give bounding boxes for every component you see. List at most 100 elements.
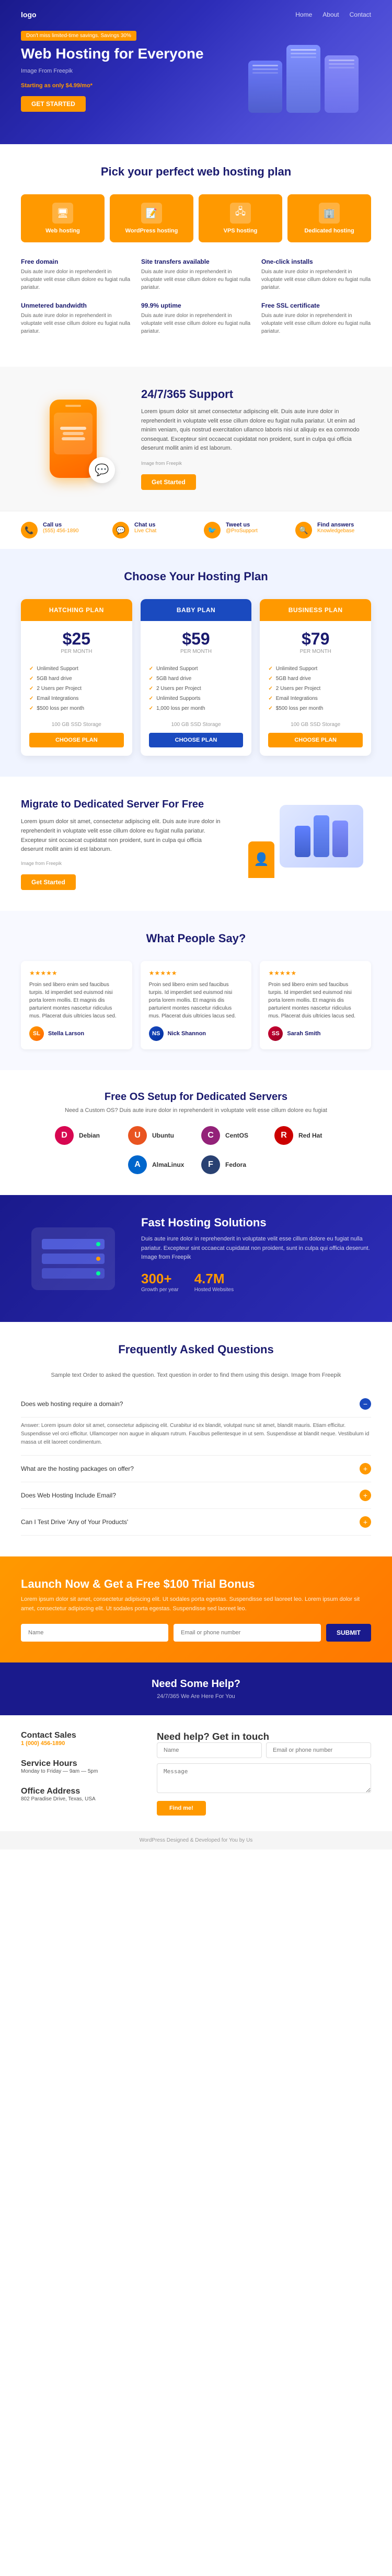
plan-business-price: $79 PER MONTH	[260, 621, 371, 660]
faq-question-2: What are the hosting packages on offer?	[21, 1465, 134, 1472]
footer-bottom: WordPress Designed & Developed for You b…	[0, 1831, 392, 1849]
plan-hatching-features: Unlimited Support 5GB hard drive 2 Users…	[21, 660, 132, 722]
pick-plan-section: Pick your perfect web hosting plan 🖥 Web…	[0, 144, 392, 367]
debian-label: Debian	[79, 1132, 100, 1139]
answers-value[interactable]: Knowledgebase	[317, 528, 354, 534]
faq-item-4[interactable]: Can I Test Drive 'Any of Your Products' …	[21, 1509, 371, 1536]
os-title: Free OS Setup for Dedicated Servers	[21, 1091, 371, 1103]
hero-section: logo Home About Contact Don't miss limit…	[0, 0, 392, 144]
contact-name-input[interactable]	[157, 1742, 262, 1758]
faq-toggle-1[interactable]: −	[360, 1398, 371, 1410]
pick-plan-title: Pick your perfect web hosting plan	[21, 165, 371, 179]
tweet-value[interactable]: @ProSupport	[226, 528, 258, 534]
nav-about[interactable]: About	[322, 11, 339, 18]
centos-label: CentOS	[225, 1132, 248, 1139]
nav-home[interactable]: Home	[295, 11, 312, 18]
contact-send-button[interactable]: Find me!	[157, 1801, 206, 1816]
office-address-title: Office Address	[21, 1787, 136, 1796]
faq-section: Frequently Asked Questions Sample text O…	[0, 1322, 392, 1556]
author-name-2: Nick Shannon	[168, 1031, 206, 1037]
contact-sales-phone[interactable]: 1 (000) 456-1890	[21, 1740, 136, 1747]
os-fedora[interactable]: F Fedora	[201, 1155, 264, 1174]
faq-question-3: Does Web Hosting Include Email?	[21, 1492, 116, 1499]
wordpress-hosting-icon: 📝	[141, 203, 162, 224]
answers-label: Find answers	[317, 522, 354, 528]
cta-submit-button[interactable]: SUBMIT	[326, 1624, 371, 1642]
migrate-cta-button[interactable]: Get Started	[21, 874, 76, 890]
plan-business-btn[interactable]: CHOOSE PLAN	[268, 733, 363, 747]
avatar-3: SS	[268, 1026, 283, 1041]
call-label: Call us	[43, 522, 78, 528]
chat-value[interactable]: Live Chat	[134, 528, 156, 534]
office-address-value: 802 Paradise Drive, Texas, USA	[21, 1796, 136, 1802]
author-name-3: Sarah Smith	[287, 1031, 320, 1037]
hero-cta-button[interactable]: GET STARTED	[21, 96, 86, 112]
faq-toggle-2[interactable]: +	[360, 1463, 371, 1474]
support-content: 24/7/365 Support Lorem ipsum dolor sit a…	[141, 388, 371, 490]
help-subtitle: 24/7/365 We Are Here For You	[21, 1693, 371, 1700]
plan-card-business: BUSINESS PLAN $79 PER MONTH Unlimited Su…	[260, 599, 371, 756]
plan-hatching-btn[interactable]: CHOOSE PLAN	[29, 733, 124, 747]
os-almalinux[interactable]: A AlmaLinux	[128, 1155, 191, 1174]
dedicated-hosting-icon: 🏢	[319, 203, 340, 224]
contact-email-input[interactable]	[266, 1742, 371, 1758]
plan-hatching-price: $25 PER MONTH	[21, 621, 132, 660]
almalinux-icon: A	[128, 1155, 147, 1174]
faq-item-3[interactable]: Does Web Hosting Include Email? +	[21, 1482, 371, 1509]
faq-item-2[interactable]: What are the hosting packages on offer? …	[21, 1456, 371, 1482]
footer-copyright: WordPress Designed & Developed for You b…	[140, 1837, 253, 1843]
feature-site-transfers: Site transfers available Duis aute irure…	[141, 258, 251, 291]
testimonials-section: What People Say? ★★★★★ Proin sed libero …	[0, 911, 392, 1070]
plan-hatching-storage: 100 GB SSD Storage	[21, 722, 132, 733]
faq-answer-container-1: Answer: Lorem ipsum dolor sit amet, cons…	[21, 1418, 371, 1456]
contact-message-input[interactable]	[157, 1763, 371, 1793]
faq-toggle-4[interactable]: +	[360, 1516, 371, 1528]
testimonial-text-1: Proin sed libero enim sed faucibus turpi…	[29, 981, 124, 1020]
fast-hosting-section: Fast Hosting Solutions Duis aute irure d…	[0, 1195, 392, 1322]
support-cta-button[interactable]: Get Started	[141, 474, 196, 490]
hosting-card-web[interactable]: 🖥 Web hosting	[21, 194, 105, 242]
testimonial-text-2: Proin sed libero enim sed faucibus turpi…	[149, 981, 244, 1020]
faq-list: Does web hosting require a domain? − Ans…	[21, 1391, 371, 1536]
os-ubuntu[interactable]: U Ubuntu	[128, 1126, 191, 1145]
feature-item: 1,000 loss per month	[149, 704, 244, 713]
contact-row: 📞 Call us (555) 456-1890 💬 Chat us Live …	[0, 511, 392, 549]
os-centos[interactable]: C CentOS	[201, 1126, 264, 1145]
faq-question-4: Can I Test Drive 'Any of Your Products'	[21, 1518, 128, 1526]
footer-contact: Contact Sales 1 (000) 456-1890 Service H…	[0, 1715, 392, 1831]
plan-baby-btn[interactable]: CHOOSE PLAN	[149, 733, 244, 747]
cta-section: Launch Now & Get a Free $100 Trial Bonus…	[0, 1556, 392, 1662]
testimonial-1: ★★★★★ Proin sed libero enim sed faucibus…	[21, 961, 132, 1049]
hosting-card-vps[interactable]: 🖧 VPS hosting	[199, 194, 282, 242]
redhat-label: Red Hat	[298, 1132, 322, 1139]
fast-hosting-title: Fast Hosting Solutions	[141, 1216, 371, 1230]
debian-icon: D	[55, 1126, 74, 1145]
feature-item: 2 Users per Project	[268, 684, 363, 694]
migrate-section: Migrate to Dedicated Server For Free Lor…	[0, 777, 392, 911]
logo: logo	[21, 10, 37, 19]
testimonial-author-1: SL Stella Larson	[29, 1026, 124, 1041]
cta-name-input[interactable]	[21, 1624, 168, 1642]
fedora-icon: F	[201, 1155, 220, 1174]
cta-form: SUBMIT	[21, 1624, 371, 1642]
hosting-card-wordpress[interactable]: 📝 WordPress hosting	[110, 194, 193, 242]
feature-item: $500 loss per month	[268, 704, 363, 713]
cta-title: Launch Now & Get a Free $100 Trial Bonus	[21, 1577, 371, 1591]
hosting-card-wordpress-label: WordPress hosting	[115, 228, 188, 234]
plan-business-features: Unlimited Support 5GB hard drive 2 Users…	[260, 660, 371, 722]
cta-email-input[interactable]	[174, 1624, 321, 1642]
nav-contact[interactable]: Contact	[350, 11, 371, 18]
help-section: Need Some Help? 24/7/365 We Are Here For…	[0, 1662, 392, 1715]
plans-section: Choose Your Hosting Plan HATCHING PLAN $…	[0, 549, 392, 777]
author-name-1: Stella Larson	[48, 1031, 84, 1037]
feature-item: Unlimited Supports	[149, 694, 244, 704]
faq-toggle-3[interactable]: +	[360, 1490, 371, 1501]
centos-icon: C	[201, 1126, 220, 1145]
os-debian[interactable]: D Debian	[55, 1126, 118, 1145]
faq-item-1[interactable]: Does web hosting require a domain? −	[21, 1391, 371, 1418]
vps-hosting-icon: 🖧	[230, 203, 251, 224]
os-redhat[interactable]: R Red Hat	[274, 1126, 337, 1145]
contact-form-title: Need help? Get in touch	[157, 1731, 371, 1742]
feature-item: 5GB hard drive	[268, 674, 363, 684]
hosting-card-dedicated[interactable]: 🏢 Dedicated hosting	[287, 194, 371, 242]
